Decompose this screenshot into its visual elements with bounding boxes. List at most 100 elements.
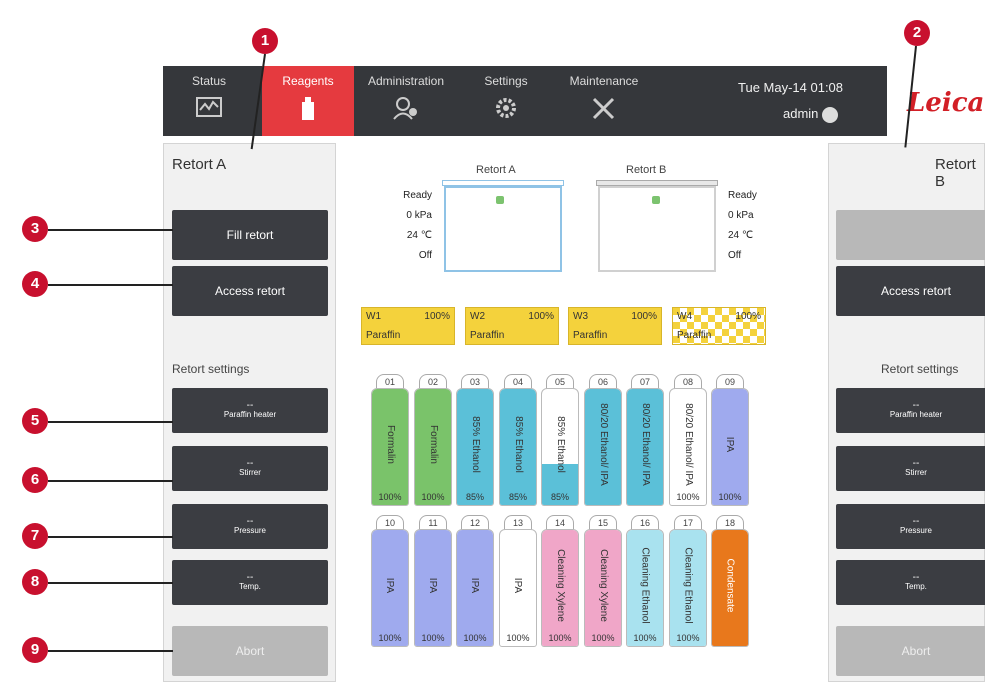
bottle-reagent-name: IPA (512, 577, 524, 593)
temp-b-label: Temp. (905, 582, 927, 591)
retort-b-status: Ready 0 kPa 24 ℃ Off (728, 186, 790, 266)
bottle-percent: 85% (465, 492, 484, 502)
wax-bath-w4[interactable]: W4 100% Paraffin (672, 307, 766, 345)
bottle-reagent-name: 80/20 Ethanol/ IPA (597, 402, 609, 486)
bottle-02[interactable]: Formalin 100% (414, 388, 452, 506)
bottle-reagent-name: Cleaning Ethanol (682, 546, 694, 624)
bottle-percent: 100% (463, 633, 487, 643)
callout-2: 2 (904, 20, 930, 46)
wax-bath-w1[interactable]: W1 100% Paraffin (361, 307, 455, 345)
bottle-14[interactable]: Cleaning Xylene 100% (541, 529, 579, 647)
callout-5-leader (48, 421, 173, 423)
bottle-reagent-name: 80/20 Ethanol/ IPA (639, 402, 651, 486)
bottle-percent: 100% (506, 633, 530, 643)
bottle-06[interactable]: 80/20 Ethanol/ IPA (584, 388, 622, 506)
tab-maintenance[interactable]: Maintenance (558, 66, 650, 136)
temp-b-button[interactable]: -- Temp. (836, 560, 985, 605)
temp-a-button[interactable]: -- Temp. (172, 560, 328, 605)
bottle-16[interactable]: Cleaning Ethanol 100% (626, 529, 664, 647)
bottle-reagent-name: IPA (384, 577, 396, 593)
stirrer-a-label: Stirrer (239, 468, 261, 477)
paraffin-heater-b-label: Paraffin heater (889, 410, 943, 419)
bottle-17[interactable]: Cleaning Ethanol 100% (669, 529, 707, 647)
bottle-05[interactable]: 85% Ethanol 85% (541, 388, 579, 506)
callout-4-leader (48, 284, 173, 286)
pressure-b-button[interactable]: -- Pressure (836, 504, 985, 549)
retort-b-indicator (652, 196, 660, 204)
retort-a-label: Retort A (476, 164, 516, 176)
stirrer-b-button[interactable]: -- Stirrer (836, 446, 985, 491)
callout-4: 4 (22, 271, 48, 297)
bottle-reagent-name: 85% Ethanol (469, 415, 481, 473)
wax-bath-w3[interactable]: W3 100% Paraffin (568, 307, 662, 345)
callout-6: 6 (22, 467, 48, 493)
bottle-15[interactable]: Cleaning Xylene 100% (584, 529, 622, 647)
tab-status[interactable]: Status (163, 66, 255, 136)
retort-b-panel: Retort B Access retort Retort settings -… (828, 143, 985, 682)
wax-bath-id: W3 (573, 311, 588, 322)
callout-6-leader (48, 480, 173, 482)
bottle-reagent-name: 80/20 Ethanol/ IPA (682, 402, 694, 486)
bottle-03[interactable]: 85% Ethanol 85% (456, 388, 494, 506)
wax-bath-id: W1 (366, 311, 381, 322)
stirrer-a-button[interactable]: -- Stirrer (172, 446, 328, 491)
retort-b-pressure: 0 kPa (728, 210, 754, 221)
bottle-18[interactable]: Condensate (711, 529, 749, 647)
callout-7-leader (48, 536, 173, 538)
bottle-percent: 100% (676, 492, 700, 502)
retort-a-ready: Ready (403, 190, 432, 201)
bottle-07[interactable]: 80/20 Ethanol/ IPA (626, 388, 664, 506)
retort-b-label: Retort B (626, 164, 667, 176)
retort-b-settings-label: Retort settings (881, 362, 959, 376)
bottle-09[interactable]: IPA 100% (711, 388, 749, 506)
paraffin-heater-a-button[interactable]: -- Paraffin heater (172, 388, 328, 433)
wax-bath-percent: 100% (735, 311, 761, 322)
fill-retort-button[interactable]: Fill retort (172, 210, 328, 260)
fill-retort-b-button[interactable] (836, 210, 985, 260)
access-retort-a-button[interactable]: Access retort (172, 266, 328, 316)
tab-reagents[interactable]: Reagents (262, 66, 354, 136)
callout-9-leader (48, 650, 173, 652)
user-name: admin (783, 106, 819, 121)
abort-b-button[interactable]: Abort (836, 626, 985, 676)
access-retort-b-button[interactable]: Access retort (836, 266, 985, 316)
wax-bath-w2[interactable]: W2 100% Paraffin (465, 307, 559, 345)
bottle-12[interactable]: IPA 100% (456, 529, 494, 647)
user-account[interactable]: admin (783, 106, 839, 123)
screen: Status Reagents Administration Settings … (0, 0, 985, 682)
bottle-01[interactable]: Formalin 100% (371, 388, 409, 506)
bottle-percent: 100% (548, 633, 572, 643)
retort-a-settings-label: Retort settings (172, 362, 250, 376)
pressure-a-value: -- (246, 516, 254, 527)
callout-1: 1 (252, 28, 278, 54)
bottle-10[interactable]: IPA 100% (371, 529, 409, 647)
stirrer-b-label: Stirrer (905, 468, 927, 477)
tab-settings[interactable]: Settings (460, 66, 552, 136)
gear-icon (496, 98, 516, 118)
retort-a-state: Off (418, 250, 432, 261)
administration-icon (393, 97, 417, 120)
wax-bath-id: W4 (677, 311, 692, 322)
bottle-reagent-name: IPA (469, 577, 481, 593)
retort-a-title: Retort A (172, 156, 227, 173)
bottle-11[interactable]: IPA 100% (414, 529, 452, 647)
callout-9: 9 (22, 637, 48, 663)
retort-a-indicator (496, 196, 504, 204)
callout-3-leader (48, 229, 173, 231)
bottle-reagent-name: Condensate (724, 558, 736, 612)
bottle-percent: 100% (591, 633, 615, 643)
pressure-a-button[interactable]: -- Pressure (172, 504, 328, 549)
abort-a-button[interactable]: Abort (172, 626, 328, 676)
tab-administration[interactable]: Administration (354, 66, 458, 136)
status-icon (196, 97, 222, 117)
paraffin-heater-b-button[interactable]: -- Paraffin heater (836, 388, 985, 433)
temp-a-value: -- (246, 572, 254, 583)
bottle-13[interactable]: IPA 100% (499, 529, 537, 647)
date-time: Tue May-14 01:08 (738, 80, 844, 95)
bottle-reagent-name: IPA (427, 577, 439, 593)
bottle-08[interactable]: 80/20 Ethanol/ IPA 100% (669, 388, 707, 506)
bottle-04[interactable]: 85% Ethanol 85% (499, 388, 537, 506)
paraffin-heater-b-value: -- (912, 400, 920, 411)
tab-administration-label: Administration (367, 74, 445, 88)
paraffin-heater-a-label: Paraffin heater (223, 410, 277, 419)
